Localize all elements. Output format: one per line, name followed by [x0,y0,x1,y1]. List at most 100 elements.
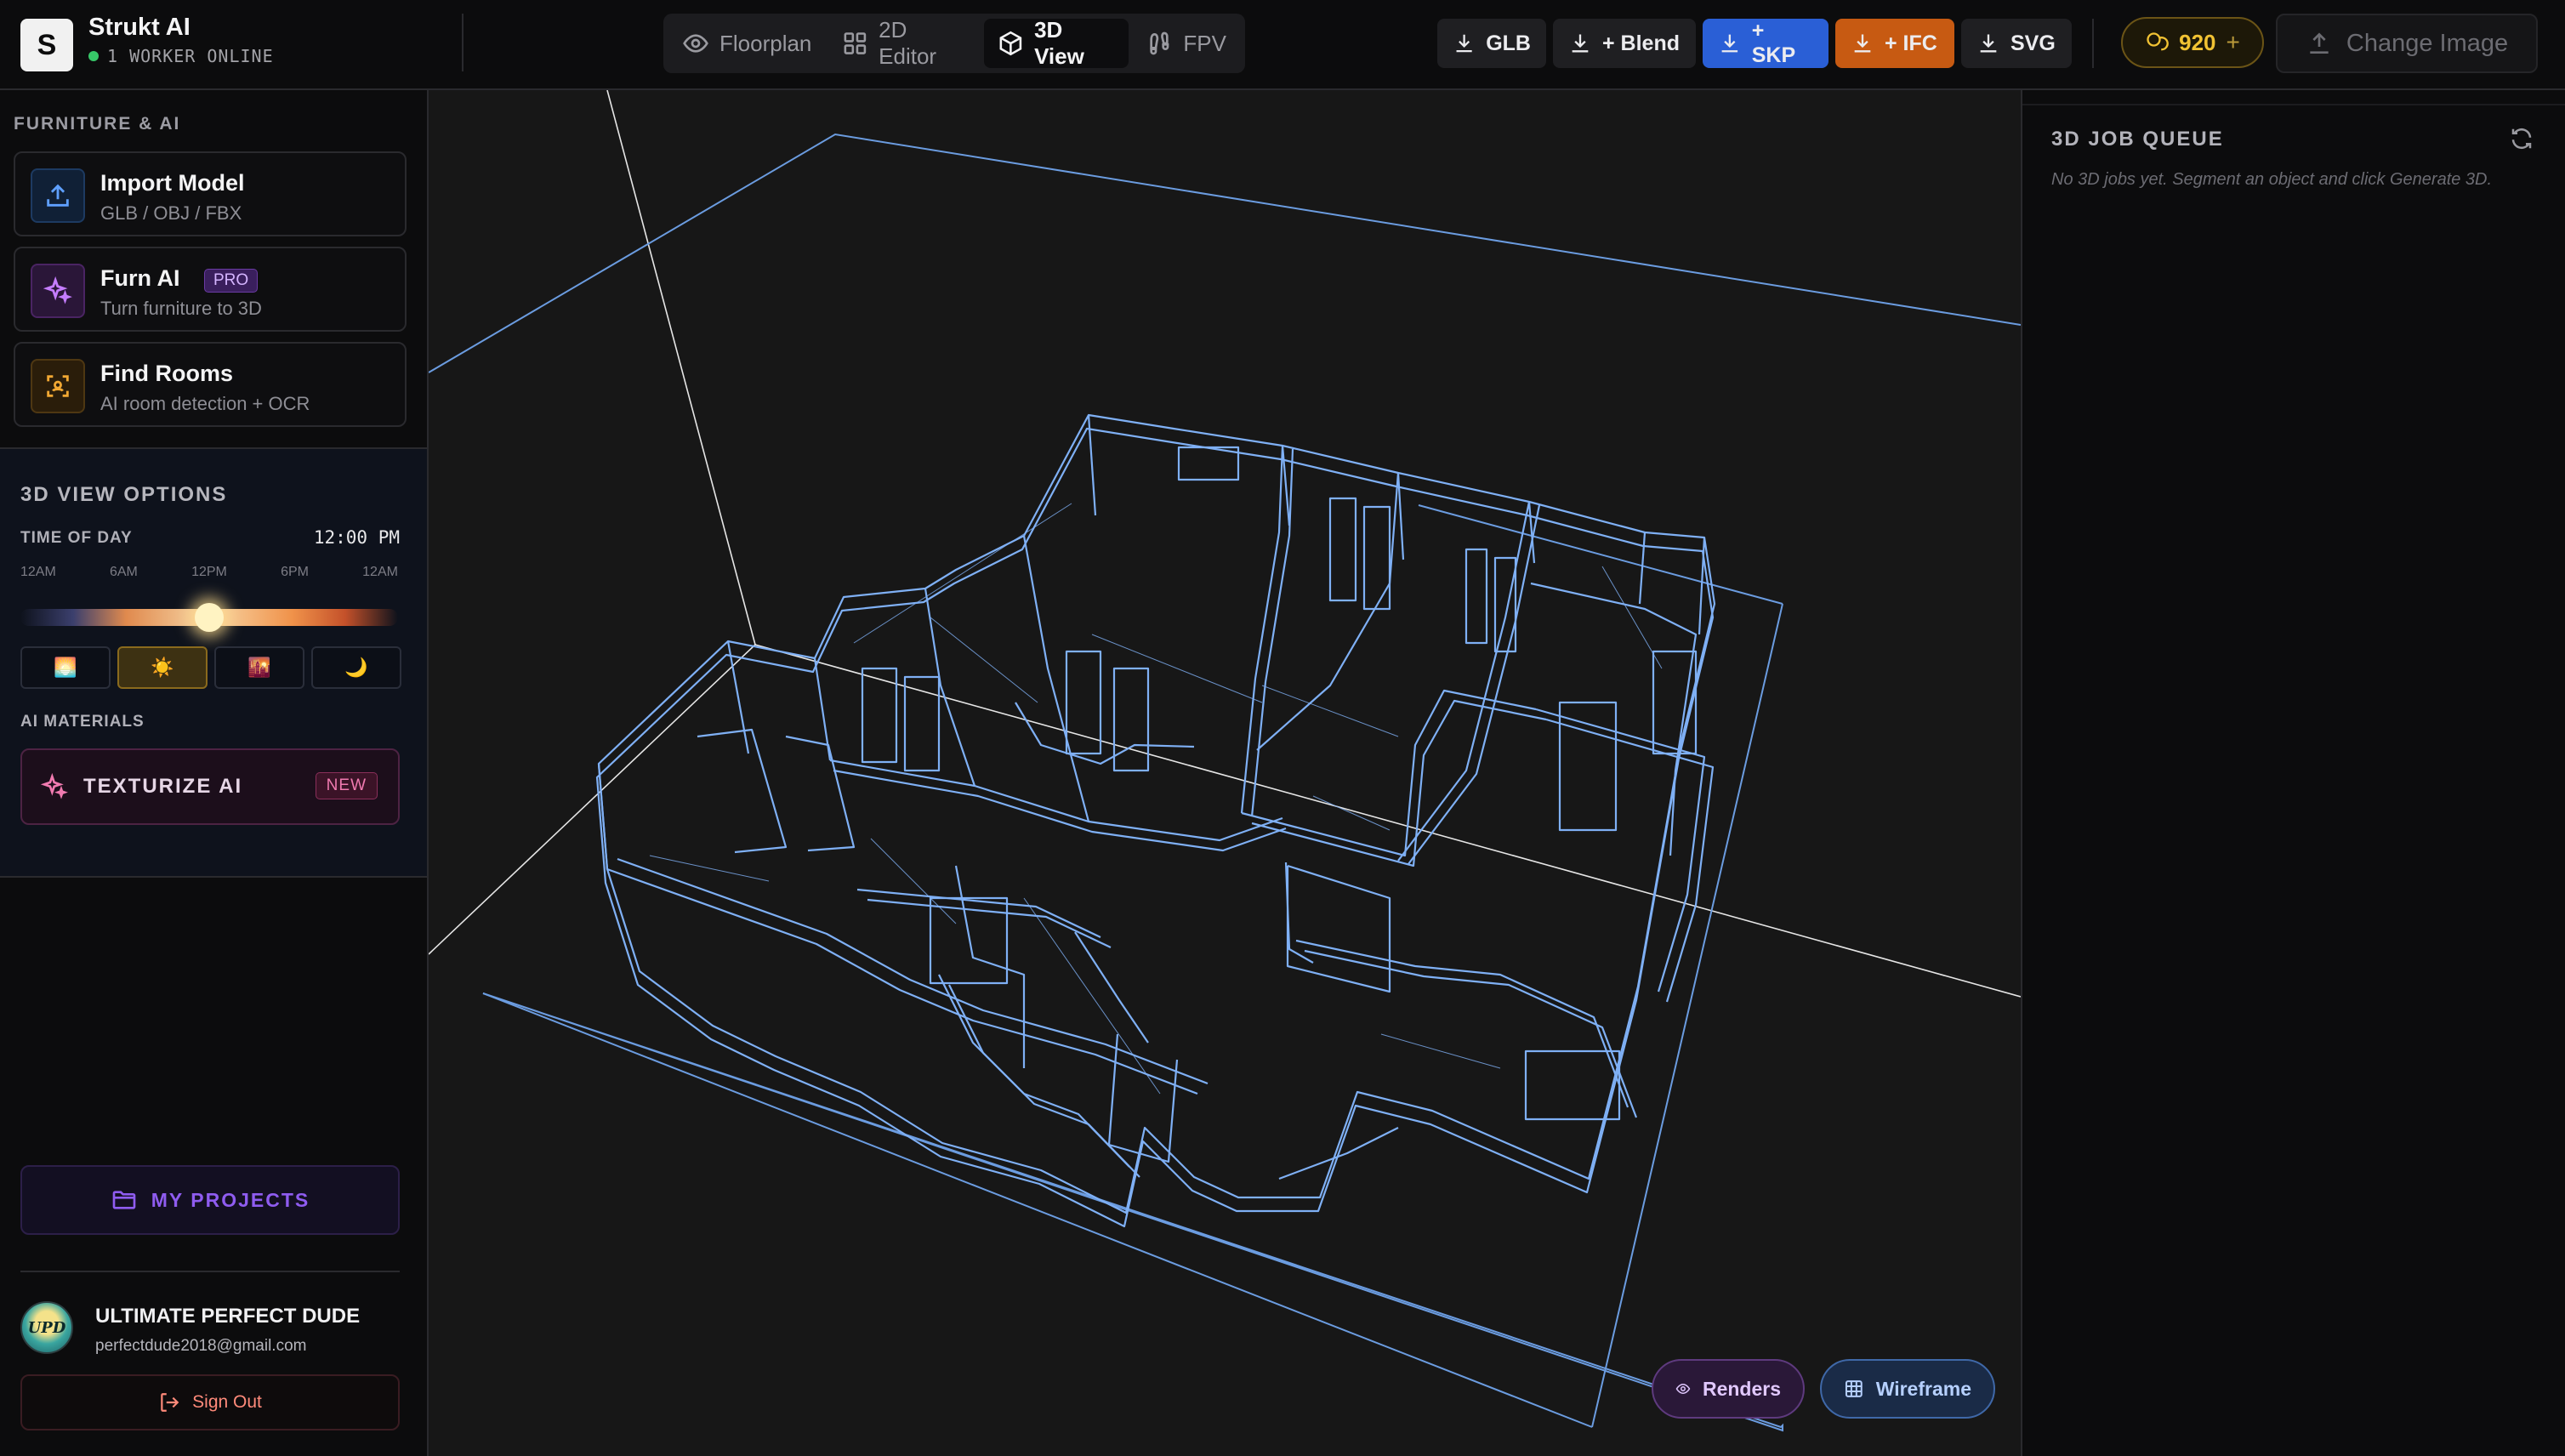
import-model-title: Import Model [100,170,245,196]
noon-preset-button[interactable]: ☀️ [117,646,208,689]
app-title: Strukt AI [88,14,191,41]
change-image-button[interactable]: Change Image [2276,14,2538,73]
my-projects-button[interactable]: MY PROJECTS [20,1165,400,1235]
time-of-day-value: 12:00 PM [313,527,400,548]
export-label: GLB [1486,31,1531,55]
slider-thumb[interactable] [195,603,224,632]
wireframe-label: Wireframe [1875,1377,1971,1400]
sign-out-button[interactable]: Sign Out [20,1374,400,1430]
tab-label: 3D View [1034,17,1084,69]
credits-value: 920 [2179,29,2216,55]
tab-floorplan[interactable]: Floorplan [668,19,825,68]
texturize-label: TEXTURIZE AI [83,775,243,798]
3d-viewport[interactable]: Renders Wireframe [429,90,2021,1456]
user-name: ULTIMATE PERFECT DUDE [95,1305,361,1328]
export-label: + Blend [1602,31,1680,55]
job-queue-panel: 3D JOB QUEUE No 3D jobs yet. Segment an … [2021,90,2565,1456]
change-image-label: Change Image [2346,29,2509,57]
time-tick: 12AM [20,565,56,579]
tab-label: 2D Editor [879,17,937,69]
export-svg-button[interactable]: SVG [1961,19,2072,68]
tab-fpv[interactable]: FPV [1132,19,1240,68]
upload-icon [2310,32,2329,54]
import-model-subtitle: GLB / OBJ / FBX [100,202,242,224]
time-tick: 6PM [281,565,309,579]
grid-icon [1845,1380,1863,1397]
export-blend-button[interactable]: + Blend [1553,19,1696,68]
job-queue-heading: 3D JOB QUEUE [2051,128,2224,151]
divider [2022,104,2565,105]
divider [20,1271,400,1272]
refresh-icon[interactable] [2509,126,2534,151]
time-of-day-slider[interactable] [20,603,398,632]
furn-ai-card[interactable]: Furn AI PRO Turn furniture to 3D [14,247,407,332]
upload-icon [31,168,85,223]
eye-icon [1675,1384,1691,1394]
night-preset-button[interactable]: 🌙 [311,646,401,689]
sparkles-icon [31,264,85,318]
my-projects-label: MY PROJECTS [151,1188,310,1211]
renders-label: Renders [1702,1377,1781,1400]
tab-label: FPV [1183,30,1226,56]
online-dot-icon [88,51,99,61]
worker-status-text: 1 WORKER ONLINE [107,46,274,66]
sunset-preset-button[interactable]: 🌇 [214,646,304,689]
top-bar: S Strukt AI 1 WORKER ONLINE Floorplan 2D… [0,0,2565,90]
eye-icon [683,34,708,53]
time-of-day-label: TIME OF DAY [20,529,133,547]
app-logo[interactable]: S [20,19,73,71]
export-skp-button[interactable]: + SKP [1703,19,1828,68]
find-rooms-title: Find Rooms [100,361,233,386]
view-options-panel: 3D VIEW OPTIONS TIME OF DAY 12:00 PM 12A… [0,447,427,878]
export-ifc-button[interactable]: + IFC [1835,19,1954,68]
tab-3d-view[interactable]: 3D View [984,17,1129,69]
folder-icon [112,1191,136,1209]
ai-materials-heading: AI MATERIALS [20,713,145,731]
furn-ai-subtitle: Turn furniture to 3D [100,298,262,319]
avatar[interactable]: UPD [20,1301,73,1354]
divider [462,14,464,71]
divider [2092,19,2094,68]
logout-icon [161,1393,179,1412]
footsteps-icon [1150,31,1169,55]
time-ticks: 12AM 6AM 12PM 6PM 12AM [20,565,398,580]
download-icon [1980,34,1997,53]
ground-helper-lines [429,90,2021,998]
grid-icon [844,32,867,54]
add-credits-icon[interactable]: + [2227,29,2240,56]
coins-icon [2147,32,2169,51]
view-tabs: Floorplan 2D Editor 3D View FPV [663,14,1245,73]
left-sidebar: FURNITURE & AI Import Model GLB / OBJ / … [0,90,429,1456]
ground-outline [429,133,2021,1432]
scan-icon [31,359,85,413]
time-tick: 6AM [109,565,138,579]
texturize-ai-button[interactable]: TEXTURIZE AI NEW [20,748,400,825]
user-email: perfectdude2018@gmail.com [95,1337,307,1355]
sunrise-preset-button[interactable]: 🌅 [20,646,111,689]
export-label: SVG [2010,31,2056,55]
tab-label: Floorplan [719,30,812,56]
time-tick: 12PM [191,565,227,579]
sparkles-icon [41,773,68,799]
job-queue-empty-message: No 3D jobs yet. Segment an object and cl… [2051,170,2493,189]
export-label: + SKP [1751,19,1796,67]
download-icon [1721,34,1738,53]
sign-out-label: Sign Out [192,1392,262,1412]
import-model-card[interactable]: Import Model GLB / OBJ / FBX [14,151,407,236]
building-wireframe [595,413,1716,1228]
worker-status: 1 WORKER ONLINE [88,46,274,66]
pro-badge: PRO [204,269,259,293]
wireframe-scene[interactable] [429,90,2021,1456]
download-icon [1572,34,1589,53]
tab-2d-editor[interactable]: 2D Editor [828,17,981,69]
export-glb-button[interactable]: GLB [1437,19,1546,68]
renders-button[interactable]: Renders [1652,1359,1805,1419]
furn-ai-title: Furn AI [100,265,180,291]
download-icon [1456,34,1472,53]
furniture-heading: FURNITURE & AI [14,114,181,134]
time-tick: 12AM [362,565,398,579]
find-rooms-card[interactable]: Find Rooms AI room detection + OCR [14,342,407,427]
wireframe-button[interactable]: Wireframe [1820,1359,1995,1419]
credits-badge[interactable]: 920 + [2121,17,2264,68]
new-badge: NEW [315,772,378,799]
